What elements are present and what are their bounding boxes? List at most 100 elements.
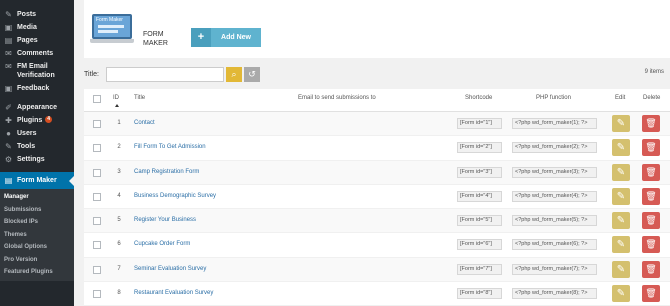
form-maker-submenu: Manager Submissions Blocked IPs Themes Globa… [0,189,74,281]
row-title-link[interactable]: Fill Form To Get Admission [134,144,206,150]
search-button[interactable]: ⌕ [226,67,242,82]
media-icon: ▣ [4,23,13,32]
row-checkbox[interactable] [93,265,101,274]
shortcode-field[interactable]: [Form id="6"] [457,239,502,251]
reset-button[interactable]: ↺ [244,67,260,82]
row-title-link[interactable]: Contact [134,120,155,126]
sidebar-item-plugins[interactable]: ✚ Plugins 4 [0,114,74,127]
row-checkbox[interactable] [93,241,101,250]
edit-button[interactable]: ✎ [612,285,630,303]
sidebar-item-media[interactable]: ▣ Media [0,21,74,34]
sidebar-item-posts[interactable]: ✎ Posts [0,8,74,21]
sidebar-item-fm-email-verification[interactable]: ✉ FM Email Verification [0,60,74,82]
sidebar-item-comments[interactable]: ✉ Comments [0,47,74,60]
php-function-field[interactable]: <?php wd_form_maker(5); ?> [512,215,597,227]
pencil-icon: ✎ [616,190,626,202]
submenu-item-blocked-ips[interactable]: Blocked IPs [0,216,74,229]
row-title-link[interactable]: Seminar Evaluation Survey [134,266,206,272]
row-checkbox[interactable] [93,217,101,226]
wrench-icon: ✎ [5,142,12,151]
delete-button[interactable]: 🗑 [642,187,660,205]
row-title-link[interactable]: Business Demographic Survey [134,193,216,199]
trash-icon: 🗑 [645,166,657,177]
row-checkbox[interactable] [93,192,101,201]
submenu-item-submissions[interactable]: Submissions [0,204,74,217]
gear-icon: ✉ [5,62,12,71]
shortcode-field[interactable]: [Form id="8"] [457,288,502,300]
col-email[interactable]: Email to send submissions to [298,95,376,101]
title-filter-label: Title: [84,71,99,78]
delete-button[interactable]: 🗑 [642,236,660,254]
shortcode-field[interactable]: [Form id="2"] [457,142,502,154]
submenu-item-pro-version[interactable]: Pro Version [0,254,74,267]
col-title[interactable]: Title [134,95,145,101]
delete-button[interactable]: 🗑 [642,139,660,157]
row-checkbox[interactable] [93,120,101,128]
trash-icon: 🗑 [645,215,657,226]
edit-button[interactable]: ✎ [612,260,630,278]
shortcode-field[interactable]: [Form id="3"] [457,166,502,178]
add-new-button[interactable]: + Add New [191,28,261,47]
edit-button[interactable]: ✎ [612,163,630,181]
delete-button[interactable]: 🗑 [642,212,660,230]
user-icon: ● [6,129,11,138]
php-function-field[interactable]: <?php wd_form_maker(6); ?> [512,239,597,251]
php-function-field[interactable]: <?php wd_form_maker(4); ?> [512,190,597,202]
sidebar-item-form-maker[interactable]: ▤ Form Maker [0,172,74,189]
row-title-link[interactable]: Camp Registration Form [134,169,199,175]
shortcode-field[interactable]: [Form id="4"] [457,190,502,202]
trash-icon: 🗑 [645,118,657,128]
row-id: 2 [117,144,121,151]
shortcode-field[interactable]: [Form id="5"] [457,215,502,227]
submenu-item-manager[interactable]: Manager [0,191,74,204]
reset-icon: ↺ [248,69,256,79]
sidebar-item-label: Media [17,24,37,31]
php-function-field[interactable]: <?php wd_form_maker(2); ?> [512,142,597,154]
php-function-field[interactable]: <?php wd_form_maker(3); ?> [512,166,597,178]
row-title-link[interactable]: Cupcake Order Form [134,241,190,247]
delete-button[interactable]: 🗑 [642,285,660,303]
col-id[interactable]: ID [113,95,119,101]
select-all-checkbox[interactable] [93,95,101,103]
edit-button[interactable]: ✎ [612,212,630,230]
edit-button[interactable]: ✎ [612,139,630,157]
pencil-icon: ✎ [616,239,626,251]
sidebar-item-pages[interactable]: ▤ Pages [0,34,74,47]
edit-button[interactable]: ✎ [612,236,630,254]
php-function-field[interactable]: <?php wd_form_maker(8); ?> [512,288,597,300]
row-checkbox[interactable] [93,290,101,299]
row-id: 6 [117,241,121,248]
shortcode-field[interactable]: [Form id="1"] [457,118,502,129]
shortcode-field[interactable]: [Form id="7"] [457,263,502,275]
sidebar-item-tools[interactable]: ✎ Tools [0,140,74,153]
php-function-field[interactable]: <?php wd_form_maker(7); ?> [512,263,597,275]
brush-icon: ✐ [5,103,12,112]
submenu-item-themes[interactable]: Themes [0,229,74,242]
row-checkbox[interactable] [93,144,101,153]
delete-button[interactable]: 🗑 [642,115,660,132]
row-checkbox[interactable] [93,168,101,177]
sidebar-item-label: Tools [17,143,36,150]
row-title-link[interactable]: Restaurant Evaluation Survey [134,290,213,296]
sidebar-item-settings[interactable]: ⚙ Settings [0,153,74,166]
feedback-icon: ▣ [4,84,13,93]
submenu-item-featured-plugins[interactable]: Featured Plugins [0,266,74,279]
plus-icon: + [191,28,211,47]
row-title-link[interactable]: Register Your Business [134,217,196,223]
row-id: 5 [117,217,121,224]
php-function-field[interactable]: <?php wd_form_maker(1); ?> [512,118,597,129]
sidebar-item-label: Feedback [17,85,50,92]
edit-button[interactable]: ✎ [612,187,630,205]
submenu-item-global-options[interactable]: Global Options [0,241,74,254]
delete-button[interactable]: 🗑 [642,260,660,278]
edit-button[interactable]: ✎ [612,115,630,132]
sidebar-item-feedback[interactable]: ▣ Feedback [0,82,74,95]
pencil-icon: ✎ [616,118,626,129]
delete-button[interactable]: 🗑 [642,163,660,181]
sidebar-item-appearance[interactable]: ✐ Appearance [0,101,74,114]
sidebar-item-users[interactable]: ● Users [0,127,74,140]
table-row: 8 Restaurant Evaluation Survey [Form id="8… [84,282,670,306]
col-delete: Delete [643,95,661,101]
pin-icon: ✎ [5,10,12,19]
title-filter-input[interactable] [106,67,224,82]
